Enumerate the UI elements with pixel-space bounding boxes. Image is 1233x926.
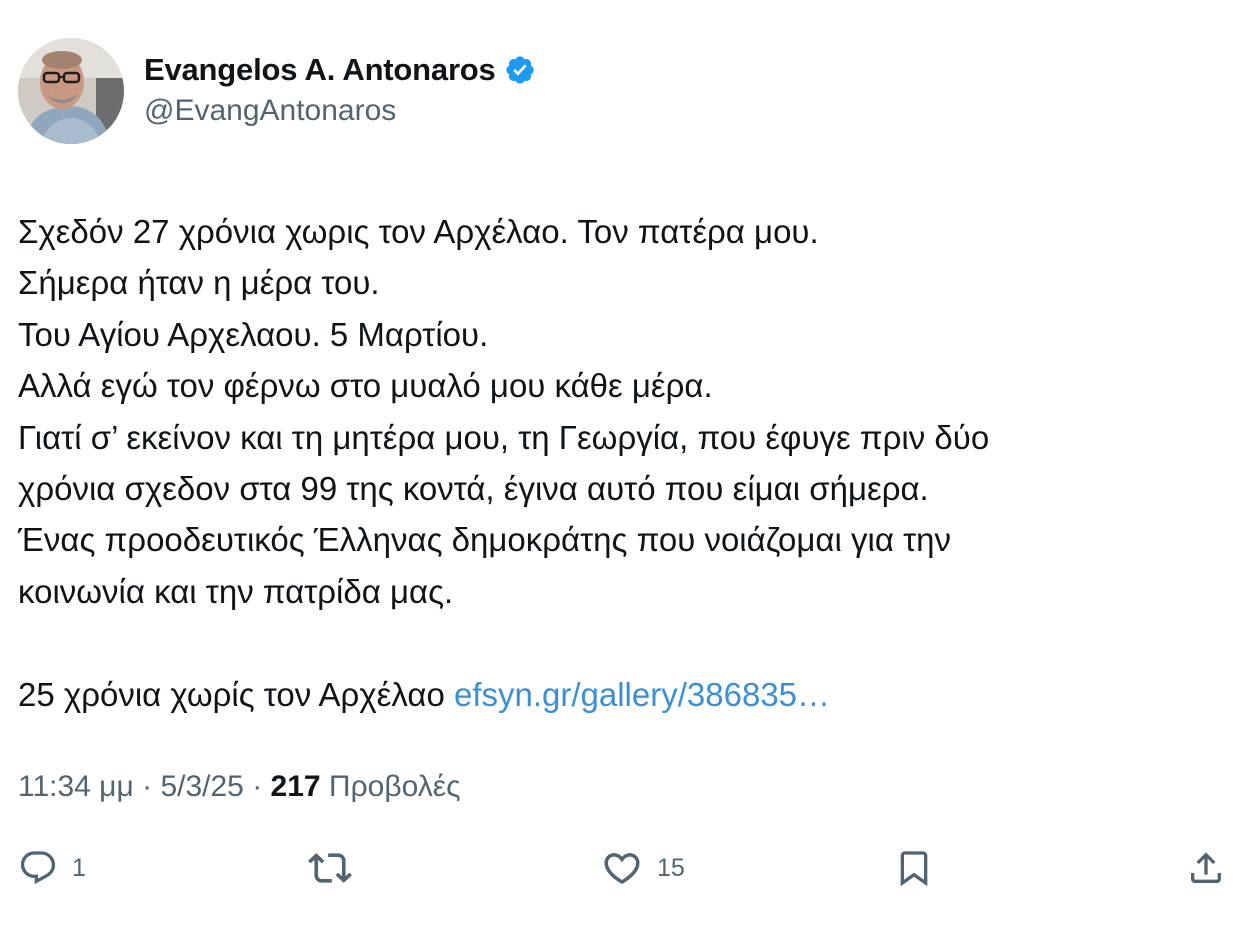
tweet-line: χρόνια σχεδον στα 99 της κοντά, έγινα αυ… <box>18 469 929 507</box>
reply-icon <box>20 851 56 885</box>
action-bar: 1 15 <box>0 840 1233 896</box>
like-button[interactable]: 15 <box>601 840 685 896</box>
reply-button[interactable]: 1 <box>18 840 86 896</box>
tweet-line: Σχεδόν 27 χρόνια χωρις τον Αρχέλαο. Τον … <box>18 213 819 250</box>
tweet-date[interactable]: 5/3/25 <box>160 770 243 803</box>
share-button[interactable] <box>1186 840 1226 896</box>
article-link[interactable]: efsyn.gr/gallery/386835… <box>454 676 830 713</box>
verified-badge-icon <box>504 54 536 86</box>
meta-separator: · <box>243 770 271 803</box>
tweet-text: Σχεδόν 27 χρόνια χωρις τον Αρχέλαο. Τον … <box>18 206 1208 720</box>
like-count: 15 <box>657 853 685 882</box>
tweet-line: κοινωνία και την πατρίδα μας. <box>18 572 454 610</box>
tweet-meta: 11:34 μμ · 5/3/25 · 217 Προβολές <box>18 770 461 804</box>
heart-icon <box>604 853 640 885</box>
reply-count: 1 <box>72 853 86 882</box>
display-name[interactable]: Evangelos A. Antonaros <box>144 52 496 88</box>
retweet-icon <box>308 853 352 883</box>
views-label: Προβολές <box>320 770 461 803</box>
tweet: Evangelos A. Antonaros @EvangAntonaros Σ… <box>0 0 1233 926</box>
author-name-row[interactable]: Evangelos A. Antonaros <box>144 50 536 90</box>
meta-separator: · <box>133 770 161 803</box>
share-icon <box>1191 852 1221 883</box>
tweet-line: Σήμερα ήταν η μέρα του. <box>18 264 380 302</box>
tweet-line: Αλλά εγώ τον φέρνω στο μυαλό μου κάθε μέ… <box>18 367 713 405</box>
tweet-last-line: 25 χρόνια χωρίς τον Αρχέλαο efsyn.gr/gal… <box>18 669 1208 720</box>
retweet-button[interactable] <box>308 840 352 896</box>
tweet-last-line-text: 25 χρόνια χωρίς τον Αρχέλαο <box>18 675 454 713</box>
tweet-line: Του Αγίου Αρχελαου. 5 Μαρτίου. <box>18 315 489 353</box>
tweet-line: Γιατί σ’ εκείνον και τη μητέρα μου, τη Γ… <box>18 418 990 456</box>
bookmark-button[interactable] <box>894 840 934 896</box>
avatar[interactable] <box>18 38 124 144</box>
avatar-image <box>18 38 124 144</box>
tweet-time[interactable]: 11:34 μμ <box>18 770 134 803</box>
author-handle[interactable]: @EvangAntonaros <box>144 94 396 128</box>
bookmark-icon <box>900 851 928 887</box>
views-count: 217 <box>270 770 321 803</box>
tweet-line: Ένας προοδευτικός Έλληνας δημοκράτης που… <box>18 521 951 559</box>
